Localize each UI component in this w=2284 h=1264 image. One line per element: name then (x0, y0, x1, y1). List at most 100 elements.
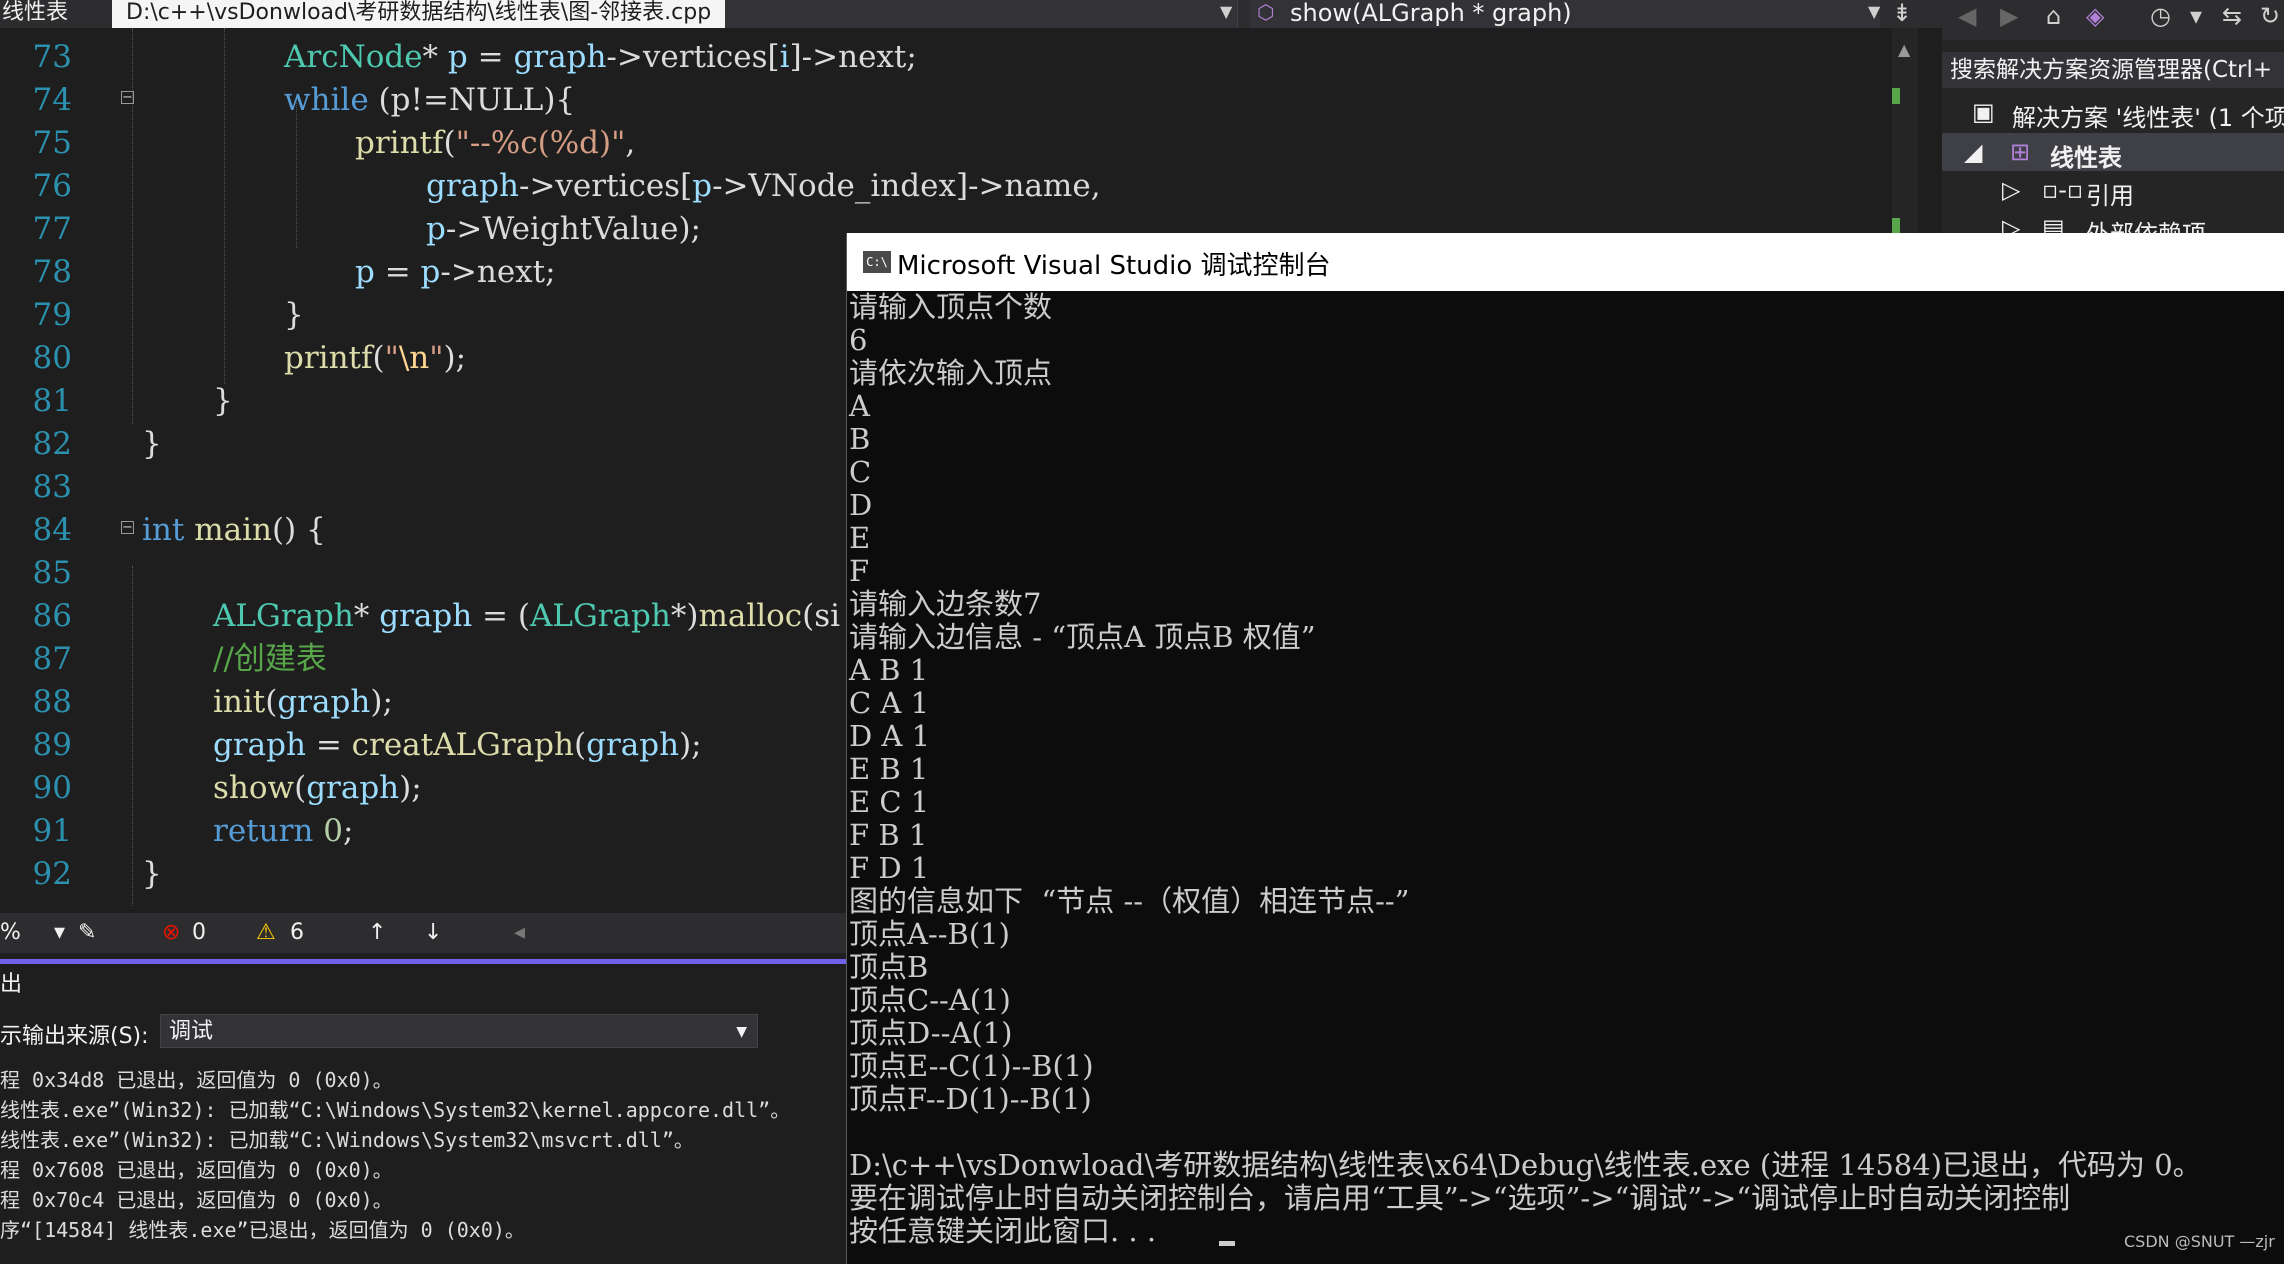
code-comment: //创建表 (213, 641, 327, 677)
change-marker (1892, 218, 1900, 234)
scroll-up-icon[interactable]: ▲ (1898, 40, 1910, 59)
file-path-label[interactable]: D:\c++\vsDonwload\考研数据结构\线性表\图-邻接表.cpp (112, 0, 726, 28)
code-text: } (213, 383, 233, 419)
line-number: 80 (32, 340, 72, 376)
debug-console-window[interactable]: C:\ Microsoft Visual Studio 调试控制台 请输入顶点个… (846, 233, 2284, 1264)
code-text: while (p!=NULL){ (284, 82, 576, 118)
output-source-value: 调试 (169, 1019, 214, 1044)
zoom-level[interactable]: % (0, 920, 21, 945)
line-number: 83 (32, 469, 72, 505)
chevron-down-icon[interactable]: ▼ (736, 1015, 747, 1049)
project-label[interactable]: 线性表 (2050, 138, 2122, 173)
line-number: 82 (32, 426, 72, 462)
code-text: } (142, 426, 162, 462)
back-icon[interactable]: ◀ (1958, 2, 1976, 30)
console-line: F D 1 (849, 851, 930, 885)
change-marker (1892, 88, 1900, 104)
code-text: p->WeightValue); (426, 211, 701, 247)
sync-icon[interactable]: ⇆ (2222, 2, 2242, 30)
console-line: C A 1 (849, 686, 930, 720)
arrow-down-icon[interactable]: ↓ (424, 920, 442, 945)
console-line: 顶点D--A(1) (849, 1016, 1013, 1050)
console-line: D A 1 (849, 719, 931, 753)
code-text: show(graph); (213, 770, 422, 806)
output-line: 程 0x70c4 已退出，返回值为 0 (0x0)。 (0, 1188, 393, 1212)
code-line: 74 − while (p!=NULL){ (0, 79, 1900, 122)
chevron-down-icon[interactable]: ▾ (54, 920, 65, 945)
history-icon[interactable]: ◷ (2150, 2, 2171, 30)
console-line: 图的信息如下 “节点 --（权值）相连节点--” (849, 884, 1410, 918)
line-number: 89 (32, 727, 72, 763)
code-text: init(graph); (213, 684, 393, 720)
output-line: 线性表.exe”(Win32): 已加载“C:\Windows\System32… (0, 1098, 791, 1122)
line-number: 84 (32, 512, 72, 548)
console-cursor (1219, 1241, 1235, 1246)
function-scope-label[interactable]: show(ALGraph * graph) (1290, 0, 1572, 26)
collapse-icon[interactable]: − (121, 521, 134, 534)
console-line: E (849, 521, 871, 555)
solution-search-input[interactable]: 搜索解决方案资源管理器(Ctrl+ (1942, 52, 2284, 88)
output-line: 程 0x7608 已退出，返回值为 0 (0x0)。 (0, 1158, 393, 1182)
project-selector[interactable]: 线性表 (0, 0, 68, 28)
line-number: 74 (32, 82, 72, 118)
console-line: 顶点A--B(1) (849, 917, 1010, 951)
code-text: graph->vertices[p->VNode_index]->name, (426, 168, 1101, 204)
console-line: E B 1 (849, 752, 929, 786)
console-line: D (849, 488, 873, 522)
line-number: 73 (32, 39, 72, 75)
chevron-down-icon[interactable]: ▼ (1868, 2, 1880, 21)
console-line: D:\c++\vsDonwload\考研数据结构\线性表\x64\Debug\线… (849, 1148, 2202, 1182)
method-cube-icon: ⬡ (1257, 0, 1275, 24)
console-line: A (849, 389, 870, 423)
error-count[interactable]: 0 (192, 920, 206, 945)
expand-icon[interactable]: ◢ (1964, 138, 1982, 166)
chevron-down-icon[interactable]: ▾ (2190, 2, 2202, 30)
collapse-icon[interactable]: − (121, 91, 134, 104)
code-line: 76 graph->vertices[p->VNode_index]->name… (0, 165, 1900, 208)
arrow-up-icon[interactable]: ↑ (368, 920, 386, 945)
error-icon[interactable]: ⊗ (162, 920, 180, 945)
line-number: 75 (32, 125, 72, 161)
line-number: 77 (32, 211, 72, 247)
output-line: 序“[14584] 线性表.exe”已退出，返回值为 0 (0x0)。 (0, 1218, 525, 1242)
code-text: ALGraph* graph = (ALGraph*)malloc(si (213, 598, 841, 634)
code-line: 75 printf("--%c(%d)", (0, 122, 1900, 165)
output-source-select[interactable]: 调试 ▼ (160, 1014, 758, 1048)
tree-item-solution[interactable]: 解决方案 '线性表' (1 个项 (2012, 98, 2284, 133)
line-number: 76 (32, 168, 72, 204)
code-text: return 0; (213, 813, 354, 849)
code-line: 73 ArcNode* p = graph->vertices[i]->next… (0, 36, 1900, 79)
console-line: 请输入边信息 - “顶点A 顶点B 权值” (849, 620, 1316, 654)
code-text: } (284, 297, 304, 333)
line-number: 91 (32, 813, 72, 849)
chevron-down-icon[interactable]: ▼ (1220, 2, 1232, 21)
console-line: 顶点C--A(1) (849, 983, 1011, 1017)
console-line: 请依次输入顶点 (849, 356, 1053, 390)
collapsed-arrow-icon[interactable]: ▷ (2002, 176, 2020, 204)
warning-icon[interactable]: ⚠ (256, 920, 276, 945)
watermark: CSDN @SNUT —zjr (2124, 1232, 2275, 1251)
line-number: 90 (32, 770, 72, 806)
split-editor-icon[interactable]: ⇟ (1892, 0, 1912, 26)
refresh-icon[interactable]: ↻ (2260, 2, 2280, 30)
console-line: 按任意键关闭此窗口. . . (849, 1214, 1157, 1248)
output-line: 程 0x34d8 已退出，返回值为 0 (0x0)。 (0, 1068, 393, 1092)
line-number: 85 (32, 555, 72, 591)
console-line: 请输入边条数7 (849, 587, 1042, 621)
console-line: A B 1 (849, 653, 929, 687)
code-text: printf("--%c(%d)", (355, 125, 636, 161)
forward-icon[interactable]: ▶ (2000, 2, 2018, 30)
home-icon[interactable]: ⌂ (2046, 2, 2061, 30)
console-line: B (849, 422, 871, 456)
console-output[interactable]: 请输入顶点个数 6 请依次输入顶点 A B C D E F 请输入边条数7 请输… (849, 291, 2284, 1264)
output-panel-title: 出 (0, 972, 23, 997)
output-line: 线性表.exe”(Win32): 已加载“C:\Windows\System32… (0, 1128, 694, 1152)
code-text: ArcNode* p = graph->vertices[i]->next; (284, 39, 917, 75)
tree-item-references[interactable]: 引用 (2086, 176, 2134, 211)
code-text: graph = creatALGraph(graph); (213, 727, 702, 763)
vs-switch-view-icon[interactable]: ◈ (2086, 2, 2104, 30)
warning-count[interactable]: 6 (290, 920, 304, 945)
code-cleanup-icon[interactable]: ✎ (78, 920, 96, 945)
scroll-left-icon[interactable]: ◂ (514, 920, 525, 945)
console-titlebar[interactable]: C:\ Microsoft Visual Studio 调试控制台 (847, 233, 2284, 291)
